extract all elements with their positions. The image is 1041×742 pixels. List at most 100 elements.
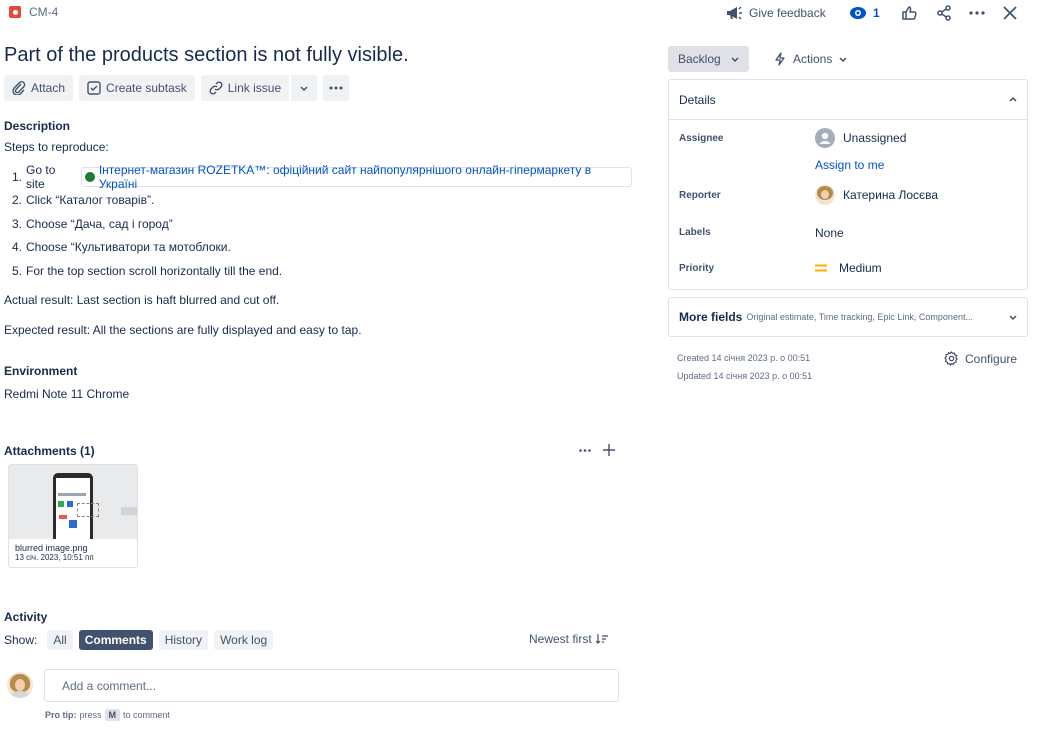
keyboard-key-m: M (104, 709, 121, 721)
filter-history[interactable]: History (158, 630, 209, 650)
reporter-avatar (815, 185, 835, 205)
share-icon[interactable] (934, 3, 954, 23)
more-actions-button[interactable] (323, 75, 350, 101)
step-item: 4. Choose “Культиватори та мотоблоки. (12, 236, 632, 260)
activity-filter-bar: Show: All Comments History Work log (4, 630, 274, 650)
close-icon[interactable] (1000, 3, 1020, 23)
expected-result: Expected result: All the sections are fu… (4, 323, 362, 337)
add-attachment-icon[interactable] (601, 442, 617, 458)
sort-icon (595, 634, 608, 644)
sort-label: Newest first (529, 632, 592, 646)
issue-toolbar: Attach Create subtask Link issue (4, 75, 350, 101)
pro-tip-press: press (79, 710, 102, 720)
rozetka-smart-link[interactable]: Інтернет-магазин ROZETKA™: офіційний сай… (80, 163, 632, 191)
reporter-field[interactable]: Катерина Лосєва (815, 185, 938, 205)
more-fields-label: More fields (679, 310, 743, 324)
site-favicon-icon (84, 171, 95, 182)
watchers-count: 1 (873, 6, 880, 20)
step-text: Click “Каталог товарів”. (26, 193, 155, 208)
more-fields-hint: Original estimate, Time tracking, Epic L… (746, 312, 973, 322)
details-header[interactable]: Details (669, 80, 1027, 120)
filter-comments[interactable]: Comments (78, 630, 153, 650)
bug-type-icon (9, 6, 21, 18)
attach-button[interactable]: Attach (4, 75, 74, 101)
assign-to-me-link[interactable]: Assign to me (815, 158, 884, 172)
paperclip-icon (12, 81, 26, 95)
actual-result: Actual result: Last section is haft blur… (4, 293, 280, 307)
create-subtask-label: Create subtask (106, 81, 187, 95)
environment-value[interactable]: Redmi Note 11 Chrome (4, 387, 129, 401)
like-icon[interactable] (899, 3, 919, 23)
link-icon (209, 81, 223, 95)
link-issue-group: Link issue (200, 75, 318, 101)
watch-button[interactable]: 1 (849, 3, 880, 23)
pro-tip-label: Pro tip: (45, 710, 77, 720)
attachment-card[interactable]: blurred image.png 13 січ. 2023, 10:51 пп (8, 464, 138, 568)
lightning-icon (774, 52, 786, 66)
link-issue-button[interactable]: Link issue (200, 75, 290, 101)
details-heading: Details (679, 92, 716, 107)
steps-list: 1. Go to site Інтернет-магазин ROZETKA™:… (12, 163, 632, 283)
step-text: Choose “Дача, сад і город” (26, 216, 173, 231)
chevron-down-icon (300, 85, 308, 91)
status-label: Backlog (678, 52, 721, 66)
description-heading: Description (4, 119, 71, 133)
priority-label: Priority (679, 263, 715, 274)
sort-order-button[interactable]: Newest first (529, 632, 608, 646)
pro-tip-rest: to comment (123, 710, 171, 720)
link-issue-dropdown[interactable] (291, 75, 318, 101)
actions-dropdown[interactable]: Actions (768, 46, 853, 72)
rozetka-link-text: Інтернет-магазин ROZETKA™: офіційний сай… (98, 162, 592, 191)
step-item: 3. Choose “Дача, сад і город” (12, 212, 632, 236)
step-item: 2. Click “Каталог товарів”. (12, 189, 632, 213)
attachment-thumbnail (9, 465, 137, 539)
steps-intro: Steps to reproduce: (4, 140, 109, 154)
step-number: 2. (12, 193, 23, 208)
current-user-avatar (7, 672, 33, 698)
filter-work-log[interactable]: Work log (214, 630, 274, 650)
assignee-value: Unassigned (843, 131, 907, 145)
give-feedback-button[interactable]: Give feedback (725, 3, 826, 23)
updated-timestamp: Updated 14 січня 2023 р. о 00:51 (677, 371, 813, 381)
create-subtask-button[interactable]: Create subtask (79, 75, 195, 101)
comment-placeholder: Add a comment... (62, 678, 157, 693)
configure-label: Configure (965, 351, 1018, 366)
step-text: For the top section scroll horizontally … (26, 263, 283, 278)
filter-all[interactable]: All (47, 630, 73, 650)
more-fields-panel[interactable]: More fields Original estimate, Time trac… (668, 297, 1028, 337)
comment-input[interactable]: Add a comment... (44, 669, 619, 702)
issue-title[interactable]: Part of the products section is not full… (4, 44, 409, 67)
labels-value[interactable]: None (815, 226, 844, 240)
step-text: Choose “Культиватори та мотоблоки. (26, 240, 231, 255)
chevron-up-icon (1009, 97, 1017, 102)
subtask-icon (87, 81, 101, 95)
pro-tip: Pro tip: press M to comment (45, 709, 170, 721)
medium-priority-icon (815, 264, 827, 272)
step-number: 4. (12, 240, 23, 255)
issue-key[interactable]: CM-4 (29, 5, 58, 19)
priority-field[interactable]: Medium (815, 261, 882, 275)
attachments-more-icon[interactable] (576, 442, 594, 458)
chevron-down-icon (839, 56, 847, 62)
issue-breadcrumb[interactable]: CM-4 (9, 5, 58, 19)
attachment-date: 13 січ. 2023, 10:51 пп (15, 553, 94, 562)
attachment-filename: blurred image.png (15, 543, 88, 553)
megaphone-icon (725, 5, 743, 21)
assignee-label: Assignee (679, 133, 724, 144)
priority-value: Medium (839, 261, 882, 275)
more-options-icon[interactable] (967, 3, 987, 23)
reporter-value: Катерина Лосєва (843, 188, 939, 202)
configure-button[interactable]: Configure (944, 351, 1017, 366)
give-feedback-label: Give feedback (749, 6, 826, 20)
status-dropdown[interactable]: Backlog (668, 46, 749, 72)
link-issue-label: Link issue (227, 81, 282, 95)
actions-label: Actions (793, 52, 833, 66)
labels-label: Labels (679, 227, 711, 238)
details-panel: Details Assignee Unassigned Assign to me… (668, 79, 1028, 290)
chevron-down-icon (1009, 314, 1017, 320)
environment-heading: Environment (4, 364, 78, 378)
created-timestamp: Created 14 січня 2023 р. о 00:51 (677, 353, 811, 363)
step-item: 1. Go to site Інтернет-магазин ROZETKA™:… (12, 163, 632, 191)
assignee-field[interactable]: Unassigned (815, 128, 906, 148)
attachments-heading: Attachments (1) (4, 444, 95, 458)
